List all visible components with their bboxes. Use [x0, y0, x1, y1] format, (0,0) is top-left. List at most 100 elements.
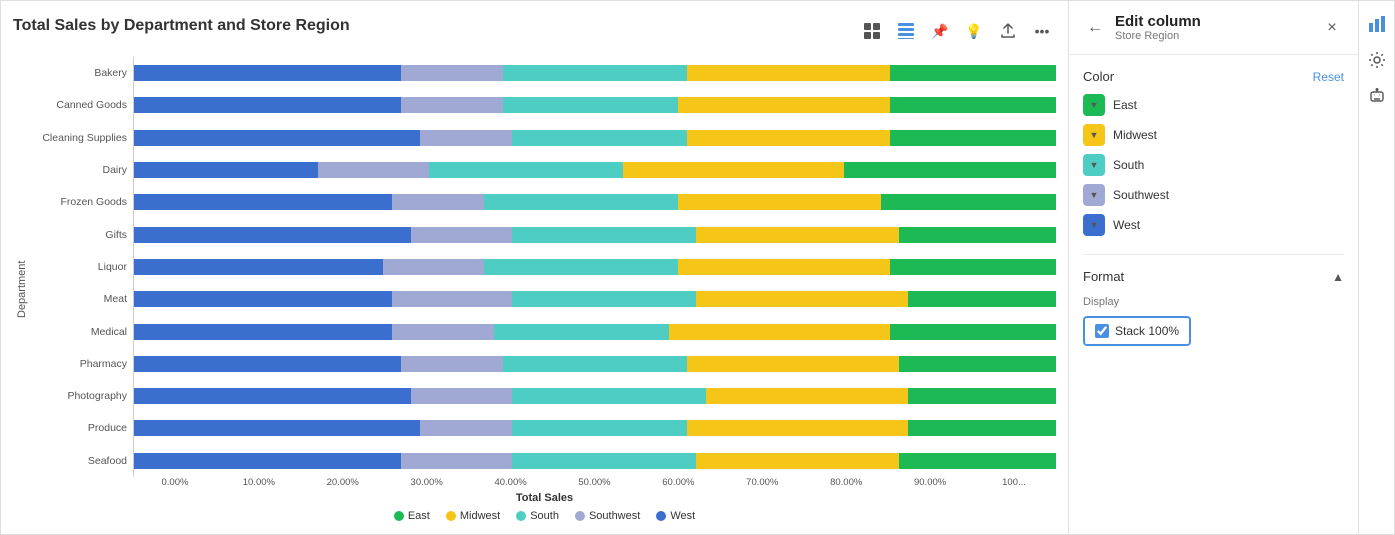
settings-icon-button[interactable]: [1362, 45, 1392, 75]
color-swatch[interactable]: ▼: [1083, 214, 1105, 236]
color-swatch[interactable]: ▼: [1083, 94, 1105, 116]
bar-segment-midwest[interactable]: [696, 227, 899, 243]
chart-icon-button[interactable]: [1362, 9, 1392, 39]
bar-segment-east[interactable]: [890, 259, 1056, 275]
color-swatch[interactable]: ▼: [1083, 124, 1105, 146]
bar-segment-south[interactable]: [512, 388, 706, 404]
bar-segment-midwest[interactable]: [687, 65, 890, 81]
bar-segment-south[interactable]: [512, 291, 696, 307]
close-button[interactable]: ×: [1320, 16, 1344, 40]
bar-row: [134, 225, 1056, 245]
bar-segment-west[interactable]: [134, 130, 420, 146]
bar-segment-southwest[interactable]: [401, 65, 502, 81]
bar-segment-west[interactable]: [134, 324, 392, 340]
bar-segment-east[interactable]: [908, 291, 1056, 307]
bar-segment-southwest[interactable]: [383, 259, 484, 275]
bar-segment-west[interactable]: [134, 65, 401, 81]
bar-segment-east[interactable]: [844, 162, 1056, 178]
chevron-down-icon[interactable]: ▼: [1090, 220, 1099, 230]
stacked-bar: [134, 259, 1056, 275]
pin-button[interactable]: 📌: [926, 17, 954, 45]
bar-segment-west[interactable]: [134, 356, 401, 372]
reset-button[interactable]: Reset: [1313, 70, 1344, 84]
bar-segment-east[interactable]: [899, 453, 1056, 469]
share-button[interactable]: [994, 17, 1022, 45]
bar-segment-east[interactable]: [899, 356, 1056, 372]
bar-segment-west[interactable]: [134, 227, 411, 243]
bar-segment-southwest[interactable]: [392, 324, 493, 340]
bar-segment-midwest[interactable]: [687, 356, 899, 372]
bar-segment-west[interactable]: [134, 388, 411, 404]
bar-segment-southwest[interactable]: [401, 453, 512, 469]
color-swatch[interactable]: ▼: [1083, 184, 1105, 206]
bar-segment-west[interactable]: [134, 259, 383, 275]
bar-segment-south[interactable]: [503, 356, 687, 372]
bar-segment-south[interactable]: [503, 97, 678, 113]
color-row: ▼Midwest: [1083, 124, 1344, 146]
bar-segment-midwest[interactable]: [706, 388, 909, 404]
bar-segment-southwest[interactable]: [392, 194, 484, 210]
bar-segment-midwest[interactable]: [623, 162, 844, 178]
stacked-bar: [134, 420, 1056, 436]
chevron-down-icon[interactable]: ▼: [1090, 190, 1099, 200]
bar-segment-midwest[interactable]: [696, 453, 899, 469]
bar-segment-east[interactable]: [890, 324, 1056, 340]
bar-segment-midwest[interactable]: [696, 291, 908, 307]
bar-segment-east[interactable]: [890, 97, 1056, 113]
bar-segment-southwest[interactable]: [318, 162, 429, 178]
y-label: Canned Goods: [33, 93, 133, 117]
bar-segment-south[interactable]: [429, 162, 623, 178]
bar-segment-south[interactable]: [512, 227, 696, 243]
bar-segment-south[interactable]: [512, 130, 687, 146]
bar-segment-midwest[interactable]: [687, 130, 890, 146]
bar-segment-east[interactable]: [890, 65, 1056, 81]
chevron-down-icon[interactable]: ▼: [1090, 100, 1099, 110]
bar-segment-west[interactable]: [134, 453, 401, 469]
table-view-button[interactable]: [858, 17, 886, 45]
x-tick: 50.00%: [553, 477, 637, 488]
more-button[interactable]: •••: [1028, 17, 1056, 45]
bar-segment-southwest[interactable]: [420, 130, 512, 146]
bar-segment-midwest[interactable]: [678, 194, 881, 210]
insight-button[interactable]: 💡: [960, 17, 988, 45]
bar-segment-west[interactable]: [134, 291, 392, 307]
bar-segment-west[interactable]: [134, 420, 420, 436]
bar-segment-east[interactable]: [908, 420, 1056, 436]
stack-100-input[interactable]: [1095, 324, 1109, 338]
color-swatch[interactable]: ▼: [1083, 154, 1105, 176]
bar-segment-midwest[interactable]: [687, 420, 908, 436]
bar-segment-southwest[interactable]: [401, 356, 502, 372]
stack-100-checkbox[interactable]: Stack 100%: [1083, 316, 1191, 346]
bar-segment-midwest[interactable]: [678, 97, 890, 113]
bar-segment-southwest[interactable]: [411, 388, 512, 404]
grid-view-button[interactable]: [892, 17, 920, 45]
format-header[interactable]: Format ▲: [1083, 269, 1344, 284]
bar-segment-southwest[interactable]: [392, 291, 512, 307]
chevron-down-icon[interactable]: ▼: [1090, 130, 1099, 140]
edit-panel: ← Edit column Store Region × Color Reset…: [1068, 1, 1358, 534]
chevron-down-icon[interactable]: ▼: [1090, 160, 1099, 170]
back-button[interactable]: ←: [1083, 16, 1107, 40]
bar-segment-midwest[interactable]: [678, 259, 890, 275]
bar-segment-south[interactable]: [512, 420, 687, 436]
bar-segment-midwest[interactable]: [669, 324, 890, 340]
bar-segment-southwest[interactable]: [401, 97, 502, 113]
bar-segment-east[interactable]: [881, 194, 1056, 210]
bar-row: [134, 386, 1056, 406]
stacked-bar: [134, 291, 1056, 307]
bar-segment-east[interactable]: [890, 130, 1056, 146]
legend-item: Southwest: [575, 510, 640, 522]
bar-segment-west[interactable]: [134, 162, 318, 178]
bar-segment-south[interactable]: [503, 65, 687, 81]
bar-segment-east[interactable]: [908, 388, 1056, 404]
bar-segment-south[interactable]: [484, 194, 678, 210]
bar-segment-east[interactable]: [899, 227, 1056, 243]
bar-segment-south[interactable]: [494, 324, 669, 340]
bar-segment-southwest[interactable]: [411, 227, 512, 243]
bar-segment-south[interactable]: [512, 453, 696, 469]
robot-icon-button[interactable]: [1362, 81, 1392, 111]
bar-segment-west[interactable]: [134, 194, 392, 210]
bar-segment-southwest[interactable]: [420, 420, 512, 436]
bar-segment-south[interactable]: [484, 259, 678, 275]
bar-segment-west[interactable]: [134, 97, 401, 113]
